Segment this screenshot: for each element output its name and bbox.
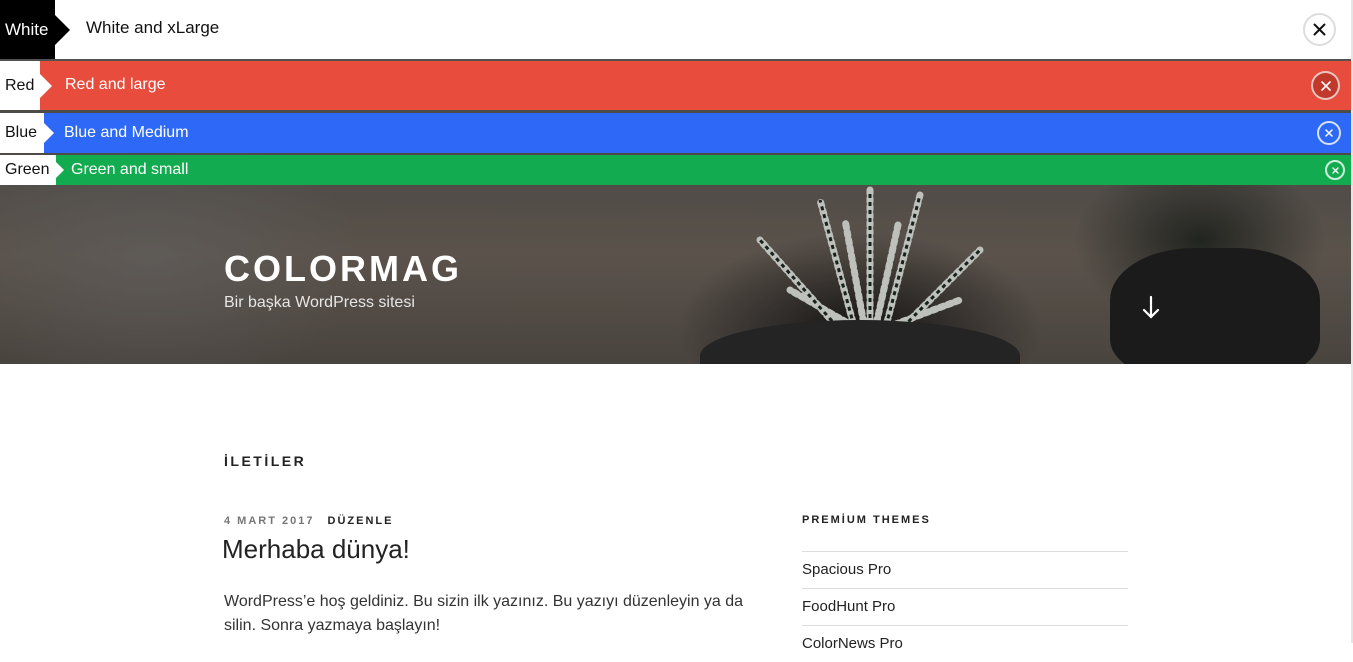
widget-item-spacious-pro[interactable]: Spacious Pro (802, 551, 1128, 588)
notification-message: White and xLarge (86, 18, 220, 37)
close-icon[interactable] (1325, 160, 1345, 180)
notification-tag: Blue (0, 113, 44, 153)
notification-bar-white: White White and xLarge (0, 0, 1351, 59)
notification-message: Blue and Medium (64, 124, 189, 141)
notification-tag: Green (0, 155, 56, 185)
arrow-down-icon[interactable] (1140, 295, 1162, 321)
notification-tag: White (0, 0, 55, 59)
site-description: Bir başka WordPress sitesi (224, 294, 415, 311)
widget-title: PREMİUM THEMES (802, 514, 931, 526)
notification-tag: Red (0, 61, 40, 110)
post-date[interactable]: 4 MART 2017 (224, 515, 314, 527)
site-title[interactable]: COLORMAG (224, 248, 462, 290)
notification-message: Red and large (65, 76, 166, 93)
widget-list: Spacious Pro FoodHunt Pro ColorNews Pro (802, 551, 1128, 662)
notification-bar-blue: Blue Blue and Medium (0, 113, 1351, 153)
section-title: İLETİLER (224, 453, 307, 469)
close-icon[interactable] (1303, 13, 1336, 46)
close-icon[interactable] (1311, 71, 1340, 100)
post-excerpt: WordPress’e hoş geldiniz. Bu sizin ilk y… (224, 593, 744, 634)
close-icon[interactable] (1317, 121, 1341, 145)
widget-item-colornews-pro[interactable]: ColorNews Pro (802, 625, 1128, 662)
post-meta: 4 MART 2017 DÜZENLE (224, 515, 394, 527)
notification-bar-red: Red Red and large (0, 61, 1351, 110)
widget-item-foodhunt-pro[interactable]: FoodHunt Pro (802, 588, 1128, 625)
post-title[interactable]: Merhaba dünya! (222, 534, 410, 565)
notification-message: Green and small (71, 161, 189, 178)
notification-bar-green: Green Green and small (0, 155, 1351, 185)
edit-link[interactable]: DÜZENLE (328, 515, 394, 527)
